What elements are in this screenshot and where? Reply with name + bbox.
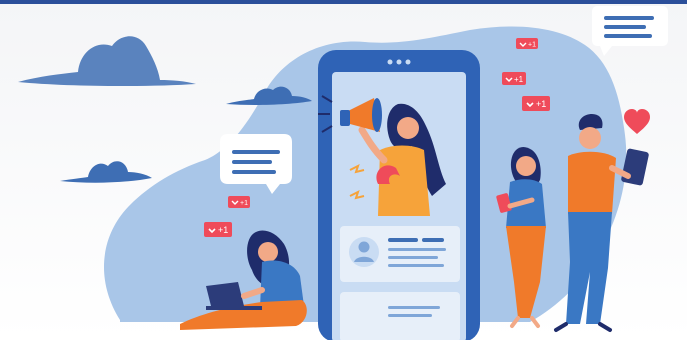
top-border xyxy=(0,0,687,4)
laptop-icon xyxy=(206,282,244,310)
like-badge: +1 xyxy=(228,196,250,208)
svg-text:+1: +1 xyxy=(536,99,546,109)
svg-text:+1: +1 xyxy=(514,75,524,84)
svg-text:+1: +1 xyxy=(240,200,248,207)
like-badge: +1 xyxy=(502,72,526,85)
like-badge: +1 xyxy=(516,38,538,49)
like-badge: +1 xyxy=(204,222,232,237)
like-badge: +1 xyxy=(522,96,550,111)
svg-text:+1: +1 xyxy=(528,42,536,49)
social-media-illustration: +1 +1 +1 +1 +1 +1 xyxy=(0,0,687,340)
svg-text:+1: +1 xyxy=(218,225,228,235)
